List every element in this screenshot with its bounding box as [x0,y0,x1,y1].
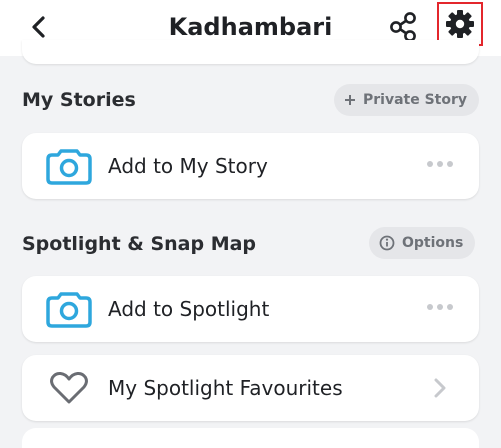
add-to-my-story-row[interactable]: Add to My Story [22,133,479,199]
heart-icon [46,369,92,407]
previous-card [22,40,479,64]
profile-name: Kadhambari [168,13,333,41]
my-spotlight-favourites-label: My Spotlight Favourites [108,376,343,400]
plus-icon [344,94,356,106]
spotlight-heading: Spotlight & Snap Map [22,233,257,255]
my-spotlight-favourites-row[interactable]: My Spotlight Favourites [22,355,479,421]
next-card [22,428,479,448]
my-stories-heading: My Stories [22,89,136,111]
info-icon [379,235,395,251]
private-story-label: Private Story [363,92,468,108]
add-to-spotlight-row[interactable]: Add to Spotlight [22,276,479,342]
more-icon[interactable] [427,304,453,310]
share-icon [390,12,416,42]
chevron-right-icon [434,378,446,398]
add-to-my-story-label: Add to My Story [108,154,268,178]
gear-icon [446,10,474,38]
camera-icon [46,290,92,328]
more-icon[interactable] [427,161,453,167]
private-story-button[interactable]: Private Story [334,84,480,116]
camera-icon [46,147,92,185]
options-button[interactable]: Options [369,227,476,259]
add-to-spotlight-label: Add to Spotlight [108,297,270,321]
options-label: Options [402,235,464,251]
